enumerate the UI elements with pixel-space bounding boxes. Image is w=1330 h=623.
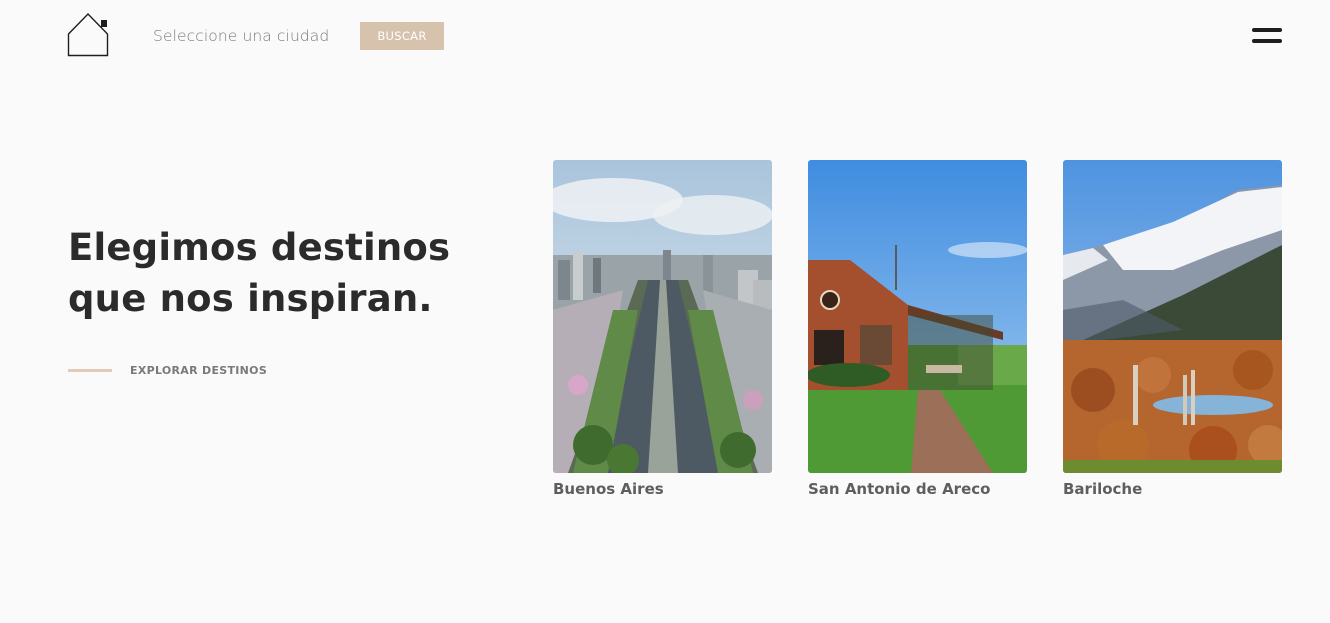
buenos-aires-photo [553, 160, 772, 473]
destination-name: San Antonio de Areco [808, 480, 991, 498]
hero-title-line-2: que nos inspiran. [68, 277, 433, 320]
explore-divider-line [68, 368, 112, 372]
destination-card-san-antonio-de-areco[interactable]: San Antonio de Areco [808, 160, 1027, 498]
destination-name: Buenos Aires [553, 480, 664, 498]
san-antonio-de-areco-photo [808, 160, 1027, 473]
page: BUSCAR Elegimos destinos que nos inspira… [0, 0, 1330, 623]
explore-destinations-link[interactable]: EXPLORAR DESTINOS [68, 360, 267, 380]
destination-card-bariloche[interactable]: Bariloche [1063, 160, 1282, 498]
explore-destinations-label: EXPLORAR DESTINOS [130, 363, 268, 377]
hero-title-line-1: Elegimos destinos [68, 226, 451, 269]
destination-name: Bariloche [1063, 480, 1143, 498]
hamburger-menu-icon[interactable] [1250, 25, 1284, 47]
city-search-input[interactable] [153, 24, 343, 48]
bariloche-photo [1063, 160, 1282, 473]
search-button[interactable]: BUSCAR [360, 22, 444, 50]
house-logo-icon[interactable] [67, 12, 109, 57]
destination-card-buenos-aires[interactable]: Buenos Aires [553, 160, 772, 498]
hero-title: Elegimos destinos que nos inspiran. [68, 222, 488, 324]
